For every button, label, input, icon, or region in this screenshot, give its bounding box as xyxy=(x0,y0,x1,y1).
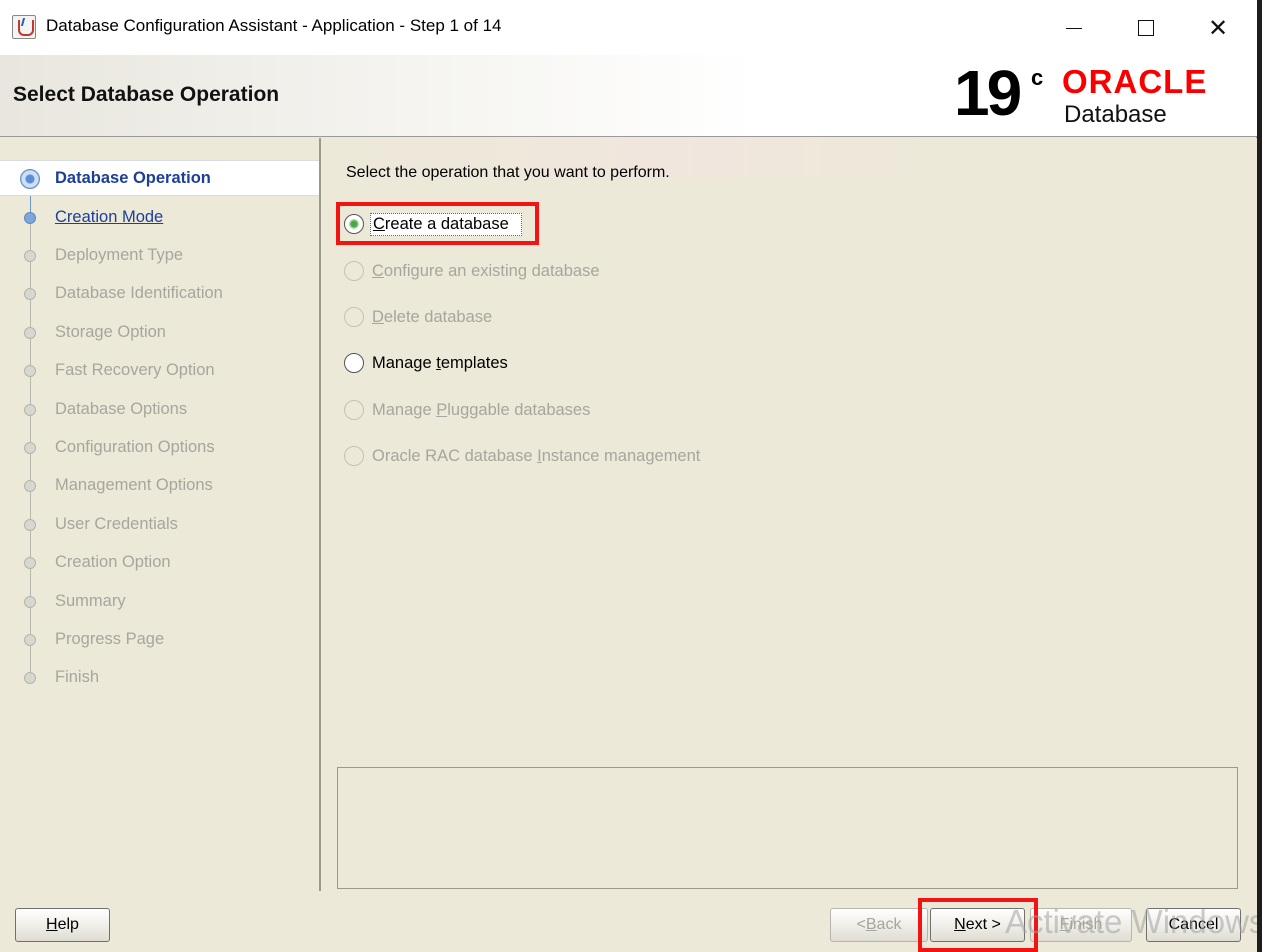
step-dot-icon xyxy=(24,250,36,262)
minimize-button[interactable] xyxy=(1038,0,1110,55)
step-dot-icon xyxy=(24,404,36,416)
brand-product: Database xyxy=(1064,101,1167,128)
nav-step-label: Configuration Options xyxy=(55,438,215,456)
nav-step-deployment-type: Deployment Type xyxy=(0,238,319,274)
step-dot-icon xyxy=(24,672,36,684)
java-app-icon xyxy=(12,15,36,39)
option-label: Manage Pluggable databases xyxy=(372,400,591,419)
nav-step-finish: Finish xyxy=(0,660,319,696)
delete-database-radio: Delete database xyxy=(344,304,492,330)
page-header: Select Database Operation 19 c ORACLE Da… xyxy=(0,55,1257,137)
nav-step-label: Creation Mode xyxy=(55,208,164,226)
option-label: Configure an existing database xyxy=(372,261,600,280)
nav-step-label: Progress Page xyxy=(55,630,165,648)
details-pane xyxy=(337,767,1238,889)
finish-button: Finish xyxy=(1030,908,1132,942)
close-icon: ✕ xyxy=(1207,13,1229,42)
nav-step-creation-option: Creation Option xyxy=(0,545,319,581)
radio-icon xyxy=(344,353,364,373)
nav-step-label: Management Options xyxy=(55,476,213,494)
desktop-edge xyxy=(1257,0,1262,952)
step-dot-icon xyxy=(24,634,36,646)
nav-step-database-identification: Database Identification xyxy=(0,276,319,312)
nav-step-fast-recovery-option: Fast Recovery Option xyxy=(0,353,319,389)
page-title: Select Database Operation xyxy=(13,83,280,106)
close-button[interactable]: ✕ xyxy=(1182,0,1254,55)
content-panel: Select the operation that you want to pe… xyxy=(323,138,1257,891)
maximize-button[interactable] xyxy=(1110,0,1182,55)
step-dot-icon xyxy=(24,519,36,531)
step-dot-icon xyxy=(24,480,36,492)
nav-step-configuration-options: Configuration Options xyxy=(0,430,319,466)
nav-step-label: User Credentials xyxy=(55,515,178,533)
step-dot-icon xyxy=(24,442,36,454)
button-bar: Help < Back Next > Finish Cancel Activat… xyxy=(0,891,1262,952)
nav-step-label: Finish xyxy=(55,668,100,686)
nav-step-user-credentials: User Credentials xyxy=(0,507,319,543)
nav-step-database-operation[interactable]: Database Operation xyxy=(0,160,319,196)
step-dot-icon xyxy=(24,288,36,300)
nav-step-progress-page: Progress Page xyxy=(0,622,319,658)
nav-step-label: Summary xyxy=(55,592,126,610)
rac-instance-radio: Oracle RAC database Instance management xyxy=(344,443,700,469)
step-dot-icon xyxy=(24,596,36,608)
minimize-icon xyxy=(1066,28,1082,29)
radio-icon xyxy=(344,446,364,466)
radio-icon xyxy=(344,261,364,281)
back-button: < Back xyxy=(830,908,928,942)
radio-icon xyxy=(344,307,364,327)
highlight-box xyxy=(918,898,1038,952)
manage-pluggable-radio: Manage Pluggable databases xyxy=(344,397,590,423)
nav-step-label: Fast Recovery Option xyxy=(55,361,215,379)
step-current-icon xyxy=(20,169,40,189)
nav-step-storage-option: Storage Option xyxy=(0,315,319,351)
nav-step-label: Storage Option xyxy=(55,323,166,341)
option-label: Manage templates xyxy=(372,353,508,372)
operation-prompt: Select the operation that you want to pe… xyxy=(346,164,670,181)
maximize-icon xyxy=(1138,19,1154,36)
manage-templates-radio[interactable]: Manage templates xyxy=(344,350,508,376)
cancel-button[interactable]: Cancel xyxy=(1146,908,1241,942)
nav-step-label: Creation Option xyxy=(55,553,171,571)
nav-step-database-options: Database Options xyxy=(0,392,319,428)
step-dot-icon xyxy=(24,327,36,339)
window-title: Database Configuration Assistant - Appli… xyxy=(46,16,502,35)
nav-step-creation-mode[interactable]: Creation Mode xyxy=(0,200,319,236)
highlight-box xyxy=(336,202,539,245)
brand-version-sup: c xyxy=(1031,65,1044,90)
oracle-logo: ORACLE xyxy=(1062,63,1208,100)
configure-database-radio: Configure an existing database xyxy=(344,258,600,284)
nav-step-summary: Summary xyxy=(0,584,319,620)
help-button[interactable]: Help xyxy=(15,908,110,942)
nav-step-label: Database Operation xyxy=(55,169,211,187)
nav-step-management-options: Management Options xyxy=(0,468,319,504)
step-dot-icon xyxy=(24,212,36,224)
nav-step-label: Database Options xyxy=(55,400,188,418)
step-dot-icon xyxy=(24,557,36,569)
brand-version: 19 xyxy=(954,57,1022,129)
title-bar: Database Configuration Assistant - Appli… xyxy=(0,0,1257,55)
nav-step-label: Database Identification xyxy=(55,284,223,302)
step-navigation: Database Operation Creation Mode Deploym… xyxy=(0,138,321,891)
option-label: Delete database xyxy=(372,307,493,326)
nav-step-label: Deployment Type xyxy=(55,246,184,264)
dbca-window: Database Configuration Assistant - Appli… xyxy=(0,0,1262,952)
step-dot-icon xyxy=(24,365,36,377)
radio-icon xyxy=(344,400,364,420)
option-label: Oracle RAC database Instance management xyxy=(372,446,701,465)
